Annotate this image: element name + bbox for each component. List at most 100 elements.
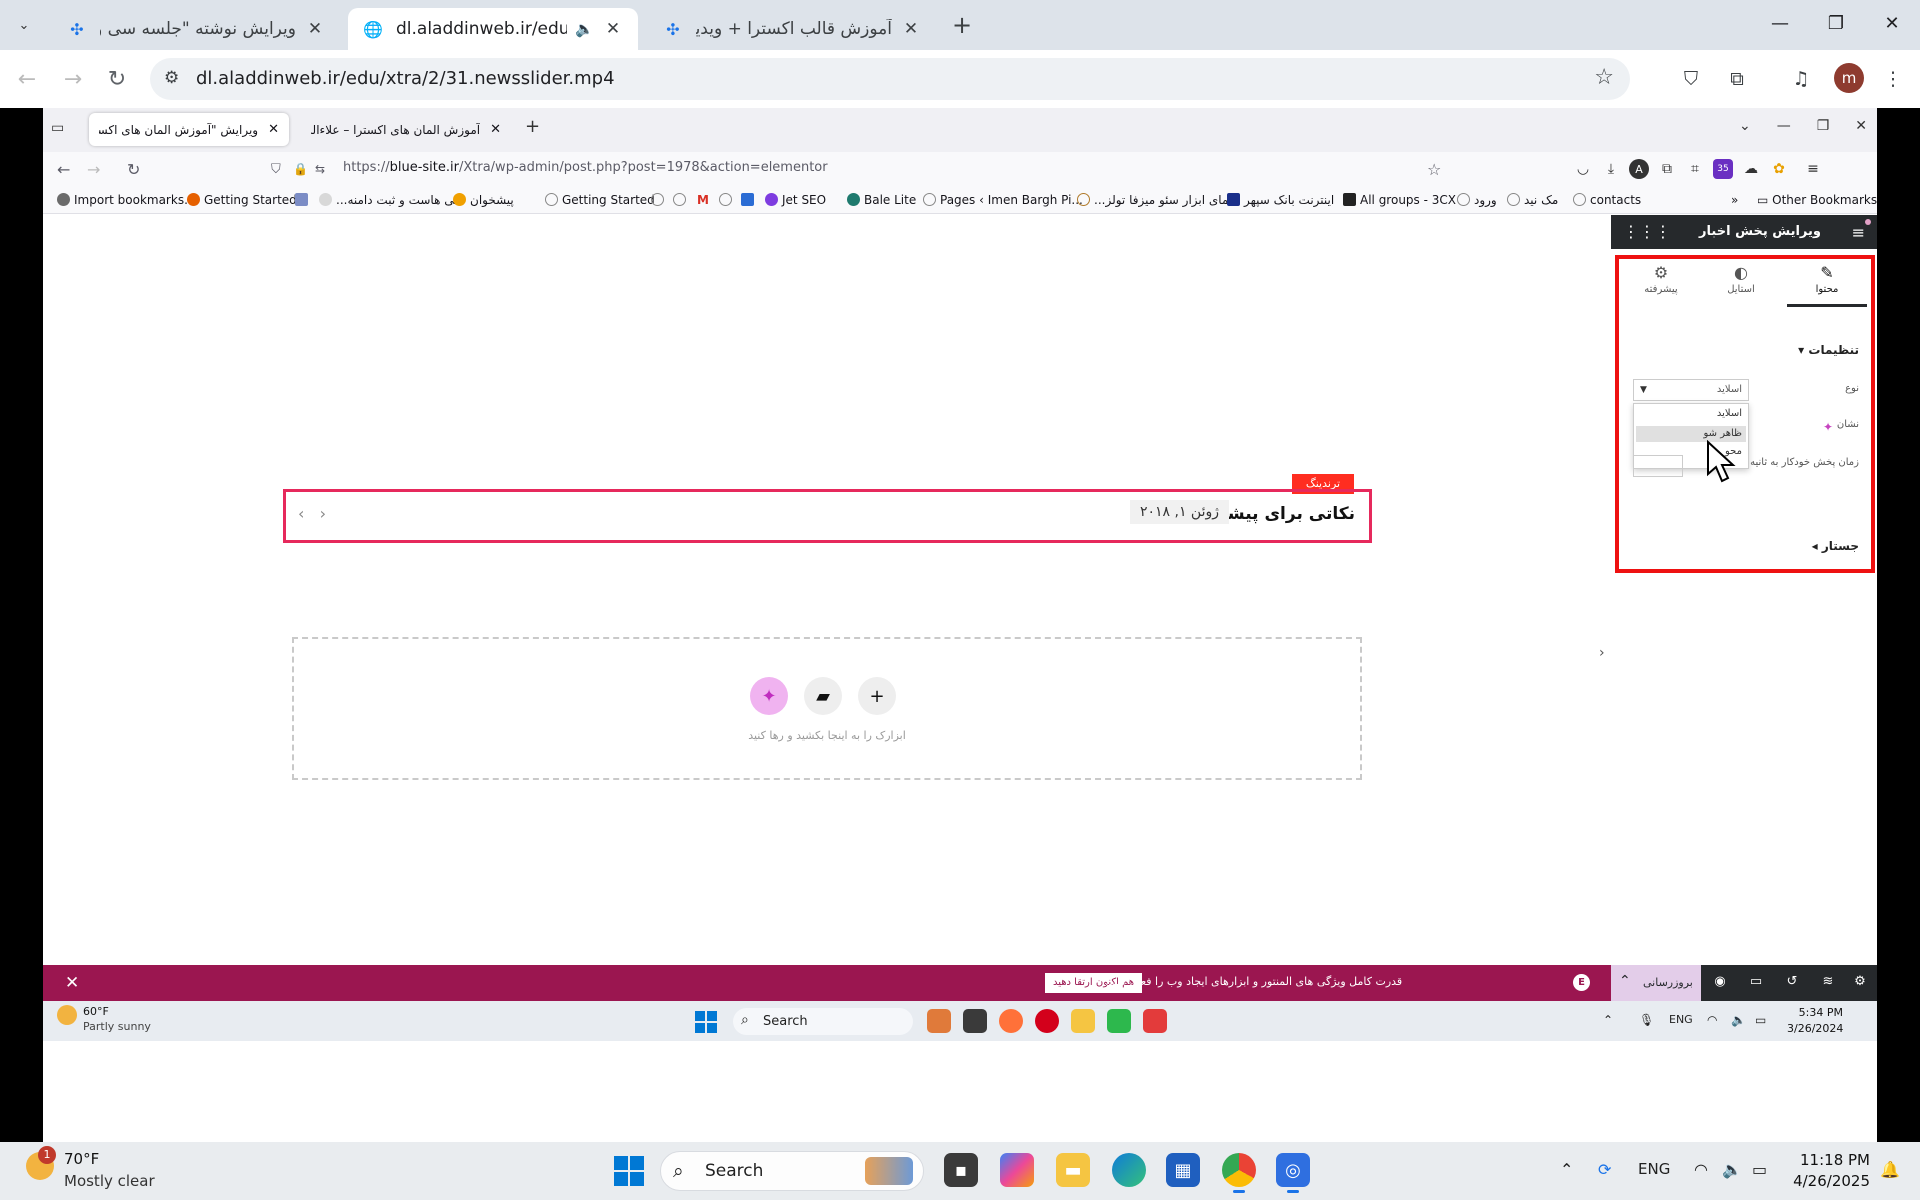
extensions-puzzle-icon[interactable]: ⧉ [1722, 64, 1752, 94]
tab-advanced[interactable]: ⚙ پیشرفته [1621, 263, 1701, 295]
autoplay-seconds-input[interactable] [1633, 455, 1683, 477]
volume-icon[interactable]: 🔈 [1731, 1013, 1746, 1027]
store-icon[interactable]: ▦ [1166, 1153, 1200, 1187]
tab-overflow-chevron-icon[interactable]: ⌄ [1739, 118, 1751, 134]
battery-icon[interactable]: ▭ [1755, 1013, 1766, 1027]
account-icon[interactable]: A [1629, 159, 1649, 179]
close-tab-icon[interactable]: ✕ [602, 18, 624, 40]
camtasia-green-icon[interactable] [1107, 1009, 1131, 1033]
restore-icon[interactable]: ❐ [1817, 118, 1830, 134]
volume-icon[interactable]: 🔈 [1722, 1160, 1742, 1179]
minimize-icon[interactable]: — [1777, 118, 1791, 134]
reload-icon[interactable]: ↻ [127, 160, 140, 179]
bookmark-item[interactable]: مک نید [1507, 193, 1558, 207]
system-clock[interactable]: 11:18 PM 4/26/2025 [1780, 1150, 1870, 1192]
close-tab-icon[interactable]: ✕ [304, 18, 326, 40]
template-folder-button[interactable]: ▰ [804, 677, 842, 715]
recorded-clock[interactable]: 5:34 PM 3/26/2024 [1787, 1005, 1843, 1037]
media-player-icon[interactable]: ◎ [1276, 1153, 1310, 1193]
bookmark-item[interactable] [651, 193, 668, 207]
taskbar-search[interactable]: ⌕ Search [660, 1151, 924, 1191]
minimize-icon[interactable]: — [1752, 0, 1808, 46]
bookmark-item[interactable]: Jet SEO [765, 193, 826, 207]
bookmarks-overflow-icon[interactable]: » [1731, 193, 1738, 207]
windows-start-icon[interactable] [695, 1011, 717, 1033]
profile-avatar[interactable]: m [1834, 63, 1864, 93]
type-select[interactable]: اسلاید ▼ [1633, 379, 1749, 401]
back-arrow-icon[interactable]: ← [12, 64, 42, 94]
close-window-icon[interactable]: ✕ [1864, 0, 1920, 46]
tab-list-icon[interactable]: ▭ [51, 120, 64, 136]
navigator-layers-icon[interactable]: ≋ [1819, 974, 1837, 992]
media-controls-icon[interactable]: ♫ [1786, 64, 1816, 94]
gear-extension-icon[interactable]: ✿ [1769, 159, 1789, 179]
tracking-shield-icon[interactable]: ⛉ [271, 162, 281, 177]
wifi-icon[interactable]: ◠ [1694, 1160, 1708, 1179]
bookmark-item[interactable]: Pages ‹ Imen Bargh Pi... [923, 193, 1083, 207]
bookmark-item[interactable]: All groups - 3CX [1343, 193, 1456, 207]
close-window-icon[interactable]: ✕ [1855, 118, 1867, 134]
taskbar-search[interactable]: ⌕ Search [733, 1008, 913, 1035]
bookmark-item[interactable] [741, 193, 758, 207]
bookmark-item[interactable]: ...دگی هاست و ثبت دامنه [319, 193, 465, 207]
widgets-grid-icon[interactable]: ⋮⋮⋮ [1623, 222, 1671, 241]
bookmark-item[interactable]: پیشخوان [453, 193, 514, 207]
ai-sparkle-button[interactable]: ✦ [750, 677, 788, 715]
bookmark-item[interactable]: ورود [1457, 193, 1497, 207]
copilot-icon[interactable] [1000, 1153, 1034, 1187]
address-url[interactable]: dl.aladdinweb.ir/edu/xtra/2/31.newsslide… [196, 68, 615, 89]
crop-icon[interactable]: ⌗ [1685, 159, 1705, 179]
tray-chevron-icon[interactable]: ⌃ [1560, 1160, 1573, 1179]
chrome-icon[interactable] [1222, 1153, 1256, 1193]
bookmark-item[interactable]: contacts [1573, 193, 1641, 207]
panel-collapse-chevron-icon[interactable]: › [1599, 645, 1605, 661]
opera-taskbar-icon[interactable] [1035, 1009, 1059, 1033]
other-bookmarks[interactable]: ▭ Other Bookmarks [1757, 193, 1877, 207]
bookmark-item[interactable]: اینترنت بانک سپهر [1227, 193, 1334, 207]
bookmark-item[interactable] [673, 193, 690, 207]
bookmark-item[interactable]: M [697, 193, 709, 207]
option-slide[interactable]: اسلاید [1717, 408, 1742, 419]
ai-sparkle-icon[interactable]: ✦ [1823, 420, 1833, 434]
file-explorer-icon[interactable] [1071, 1009, 1095, 1033]
wifi-icon[interactable]: ◠ [1707, 1013, 1717, 1027]
outer-tab-3[interactable]: ✣ آموزش قالب اکسترا + ویدیو ✕ [648, 8, 936, 50]
bookmark-star-icon[interactable]: ☆ [1427, 160, 1441, 179]
battery-icon[interactable]: ▭ [1752, 1160, 1767, 1179]
inner-tab-2[interactable]: آموزش المان های اکسترا – علاءالدین ✕ [301, 113, 511, 146]
taskbar-app-icon[interactable] [927, 1009, 951, 1033]
app-menu-icon[interactable]: ≡ [1803, 159, 1823, 179]
preview-eye-icon[interactable]: ◉ [1711, 974, 1729, 992]
permissions-icon[interactable]: ⇆ [315, 162, 325, 176]
chevron-up-icon[interactable]: ⌃ [1619, 973, 1631, 989]
lock-icon[interactable]: 🔒 [293, 162, 308, 176]
settings-gear-icon[interactable]: ⚙ [1851, 974, 1869, 992]
section-query[interactable]: جستار ◂ [1812, 539, 1859, 553]
close-tab-icon[interactable]: ✕ [268, 122, 279, 137]
add-section-button[interactable]: + [858, 677, 896, 715]
firefox-taskbar-icon[interactable] [999, 1009, 1023, 1033]
section-settings[interactable]: تنظیمات ▾ [1798, 343, 1859, 357]
edge-icon[interactable] [1112, 1153, 1146, 1187]
outer-tab-2-active[interactable]: 🌐 dl.aladdinweb.ir/edu/xtra/2/ 🔈 ✕ [348, 8, 638, 50]
back-arrow-icon[interactable]: ← [57, 160, 70, 179]
bookmark-item[interactable] [719, 193, 736, 207]
more-menu-icon[interactable]: ⋮ [1878, 64, 1908, 94]
bookmark-item[interactable]: Import bookmarks... [57, 193, 196, 207]
chevron-right-icon[interactable]: › [320, 504, 326, 523]
bookmark-item[interactable]: ...نمای ابزار سئو میزفا تولز [1077, 193, 1232, 207]
bookmark-item[interactable]: Getting Started [545, 193, 655, 207]
shield-extension-icon[interactable]: ⛉ [1676, 64, 1706, 94]
microphone-icon[interactable]: 🎙 [1639, 1013, 1654, 1027]
downloads-icon[interactable]: ⤓ [1601, 159, 1621, 179]
language-indicator[interactable]: ENG [1669, 1013, 1693, 1026]
history-icon[interactable]: ↺ [1783, 974, 1801, 992]
tab-style[interactable]: ◐ استایل [1701, 263, 1781, 295]
notification-bell-icon[interactable]: 🔔 [1880, 1160, 1900, 1179]
cloud-icon[interactable]: ☁ [1741, 159, 1761, 179]
bookmark-item[interactable] [295, 193, 312, 207]
new-tab-button[interactable]: + [525, 116, 540, 137]
inner-address-url[interactable]: https://blue-site.ir/Xtra/wp-admin/post.… [343, 160, 828, 175]
close-promo-icon[interactable]: ✕ [65, 973, 79, 993]
bookmark-item[interactable]: Bale Lite [847, 193, 916, 207]
